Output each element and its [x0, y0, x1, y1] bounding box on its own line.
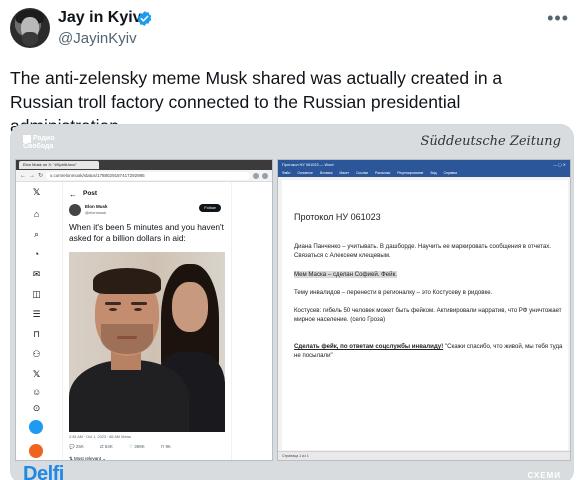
- doc-paragraph-3: Тему инвалидов – перенести в регионалку …: [294, 289, 493, 296]
- author-name[interactable]: Jay in Kyiv: [58, 9, 142, 27]
- post-button-icon: [29, 420, 43, 434]
- ribbon-tab: Вставка: [319, 171, 333, 175]
- reply-count: 💬 25K: [69, 444, 84, 449]
- word-status-bar: Страница 1 из 1: [278, 451, 570, 460]
- x-logo-icon: 𝕏: [32, 187, 41, 197]
- more-options-icon[interactable]: •••: [547, 8, 569, 29]
- post-meta: 2:45 AM · Oct 1, 2023 · 86.6M Views: [69, 435, 131, 439]
- meme-caption: When it's been 5 minutes and you haven't…: [69, 222, 224, 243]
- post-author-handle: @elonmusk: [85, 210, 107, 215]
- follow-button: Follow: [199, 204, 221, 212]
- reply-sort: ⇅ Most relevant ⌄: [69, 456, 107, 461]
- messages-icon: ✉: [32, 269, 41, 279]
- doc-paragraph-4: Костусев: гибель 50 человек может быть ф…: [294, 307, 562, 323]
- back-icon: ←: [69, 190, 77, 199]
- browser-url-bar: ← → ↻ x.com/elonmusk/status/178802918741…: [16, 170, 272, 182]
- doc-paragraph-5: Сделать фейк, по ответам соцслужбы инвал…: [294, 343, 563, 359]
- like-count: ♡ 398K: [128, 444, 145, 449]
- profile-icon: [262, 172, 268, 179]
- post-actions: 💬 25K ⇄ 84K ♡ 398K ⊓ 9K: [69, 444, 229, 450]
- document-title: Протокол НУ 061023: [294, 212, 381, 222]
- window-controls-icon: — ▢ ✕: [553, 163, 566, 167]
- ribbon-tab: Макет: [339, 171, 350, 175]
- author-handle[interactable]: @JayinKyiv: [58, 30, 137, 47]
- word-title-bar: Протокол НУ 061023 — Word — ▢ ✕: [278, 160, 570, 169]
- radio-svoboda-logo: Радио Свобода: [23, 135, 55, 150]
- author-avatar[interactable]: [10, 8, 50, 48]
- meme-photo: [69, 252, 225, 432]
- ribbon-tab: Файл: [282, 171, 291, 175]
- extension-icon: [253, 172, 259, 179]
- account-avatar: [29, 444, 43, 458]
- grok-icon: ◫: [32, 289, 41, 299]
- more-nav-icon: ⊙: [32, 403, 41, 413]
- lists-icon: ☰: [32, 309, 41, 319]
- post-header: Post: [83, 190, 98, 197]
- word-window-title: Протокол НУ 061023 — Word: [282, 162, 334, 167]
- sueddeutsche-zeitung-logo: Süddeutsche Zeitung: [420, 134, 561, 149]
- post-author-name: Elon Musk: [85, 204, 108, 209]
- word-document-screenshot: Протокол НУ 061023 — Word — ▢ ✕ Файл Осн…: [277, 159, 571, 461]
- ribbon-tab: Рассылки: [375, 171, 391, 175]
- home-icon: ⌂: [33, 209, 40, 219]
- browser-tab: Elon Musk on X: "#SpiritUnco": [19, 161, 99, 169]
- word-ribbon-tabs: Файл Основное Вставка Макет Ссылки Рассы…: [278, 169, 570, 177]
- ribbon-tab: Справка: [443, 171, 457, 175]
- post-author-avatar: [69, 204, 81, 216]
- back-arrow-icon: ←: [20, 172, 26, 179]
- x-sidebar: 𝕏 ⌂ ⌕ ◔ ✉ ◫ ☰ ⊓ ⚇ 𝕏 ☺ ⊙: [16, 182, 62, 460]
- doc-paragraph-2: Мем Маска – сделан Софией. Фейк.: [294, 271, 397, 278]
- reload-icon: ↻: [38, 173, 44, 179]
- browser-tab-bar: Elon Musk on X: "#SpiritUnco": [16, 160, 272, 170]
- repost-count: ⇄ 84K: [99, 444, 113, 449]
- forward-arrow-icon: →: [29, 172, 35, 179]
- x-post-view: ← Post Elon Musk @elonmusk Follow When i…: [62, 182, 232, 461]
- ribbon-tab: Основное: [297, 171, 313, 175]
- word-page: Протокол НУ 061023 Диана Панченко – учит…: [282, 180, 568, 450]
- profile-nav-icon: ☺: [32, 387, 42, 397]
- verified-badge-icon: [137, 11, 152, 26]
- doc-paragraph-1: Диана Панченко – учитывать. В дашборде. …: [294, 243, 551, 259]
- tweet-media-image[interactable]: Радио Свобода Süddeutsche Zeitung Elon M…: [10, 124, 574, 480]
- ribbon-tab: Рецензирование: [397, 171, 424, 175]
- bookmark-count: ⊓ 9K: [160, 444, 172, 449]
- ribbon-tab: Вид: [430, 171, 437, 175]
- ribbon-tab: Ссылки: [356, 171, 369, 175]
- skhemy-logo: СХЕМИ: [527, 471, 561, 480]
- browser-url: x.com/elonmusk/status/178802918741729298…: [46, 171, 250, 180]
- avatar-beard: [22, 32, 38, 46]
- search-icon: ⌕: [33, 229, 40, 239]
- browser-screenshot: Elon Musk on X: "#SpiritUnco" ← → ↻ x.co…: [15, 159, 273, 461]
- bookmarks-icon: ⊓: [32, 329, 41, 339]
- notifications-icon: ◔: [33, 249, 40, 259]
- delfi-logo: Delfi: [23, 463, 64, 480]
- communities-icon: ⚇: [32, 349, 41, 359]
- premium-icon: 𝕏: [32, 369, 41, 379]
